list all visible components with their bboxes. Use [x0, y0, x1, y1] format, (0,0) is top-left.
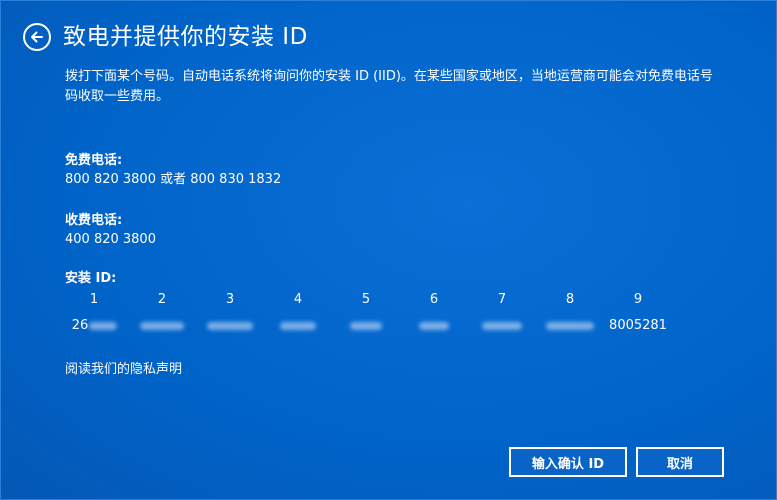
iid-segment-6: [419, 318, 449, 333]
installation-id-label: 安装 ID:: [65, 271, 117, 286]
activation-dialog: 致电并提供你的安装 ID 拨打下面某个号码。自动电话系统将询问你的安装 ID (…: [0, 0, 777, 500]
iid-column-1: 1: [89, 292, 99, 307]
iid-segment-3: [207, 318, 253, 333]
dialog-header: 致电并提供你的安装 ID: [23, 19, 308, 55]
back-button[interactable]: [23, 23, 51, 51]
tollfree-numbers: 800 820 3800 或者 800 830 1832: [65, 172, 282, 187]
iid-column-7: 7: [497, 292, 507, 307]
iid-column-9: 9: [633, 292, 643, 307]
iid-column-8: 8: [565, 292, 575, 307]
redacted-blur: [419, 321, 449, 330]
iid-segment-1: 26: [72, 318, 117, 333]
iid-segment-1-visible: 26: [71, 318, 89, 333]
installation-id-columns: 1 2 3 4 5 6 7 8 9: [1, 292, 777, 312]
redacted-blur: [350, 321, 382, 330]
iid-column-3: 3: [225, 292, 235, 307]
paid-numbers: 400 820 3800: [65, 232, 156, 247]
arrow-left-icon: [31, 31, 43, 43]
iid-segment-8: [546, 318, 594, 333]
tollfree-section: 免费电话: 800 820 3800 或者 800 830 1832: [65, 151, 281, 189]
iid-column-4: 4: [293, 292, 303, 307]
iid-column-5: 5: [361, 292, 371, 307]
enter-confirmation-id-button[interactable]: 输入确认 ID: [509, 447, 627, 477]
tollfree-label: 免费电话:: [65, 153, 123, 168]
instructions-text: 拨打下面某个号码。自动电话系统将询问你的安装 ID (IID)。在某些国家或地区…: [65, 69, 713, 104]
iid-segment-7: [482, 318, 522, 333]
iid-segment-2: [140, 318, 184, 333]
redacted-blur: [140, 321, 184, 330]
redacted-blur: [546, 321, 594, 330]
cancel-button[interactable]: 取消: [636, 447, 724, 477]
page-title: 致电并提供你的安装 ID: [63, 24, 308, 50]
redacted-blur: [207, 321, 253, 330]
privacy-statement-link[interactable]: 阅读我们的隐私声明: [65, 361, 182, 379]
installation-id-values: 26 8005281: [1, 318, 777, 338]
iid-segment-4: [280, 318, 316, 333]
iid-column-6: 6: [429, 292, 439, 307]
iid-segment-9: 8005281: [609, 318, 667, 333]
redacted-blur: [280, 321, 316, 330]
paid-label: 收费电话:: [65, 213, 123, 228]
iid-segment-5: [350, 318, 382, 333]
redacted-blur: [88, 321, 117, 330]
iid-column-2: 2: [157, 292, 167, 307]
paid-section: 收费电话: 400 820 3800: [65, 211, 156, 249]
redacted-blur: [482, 321, 522, 330]
